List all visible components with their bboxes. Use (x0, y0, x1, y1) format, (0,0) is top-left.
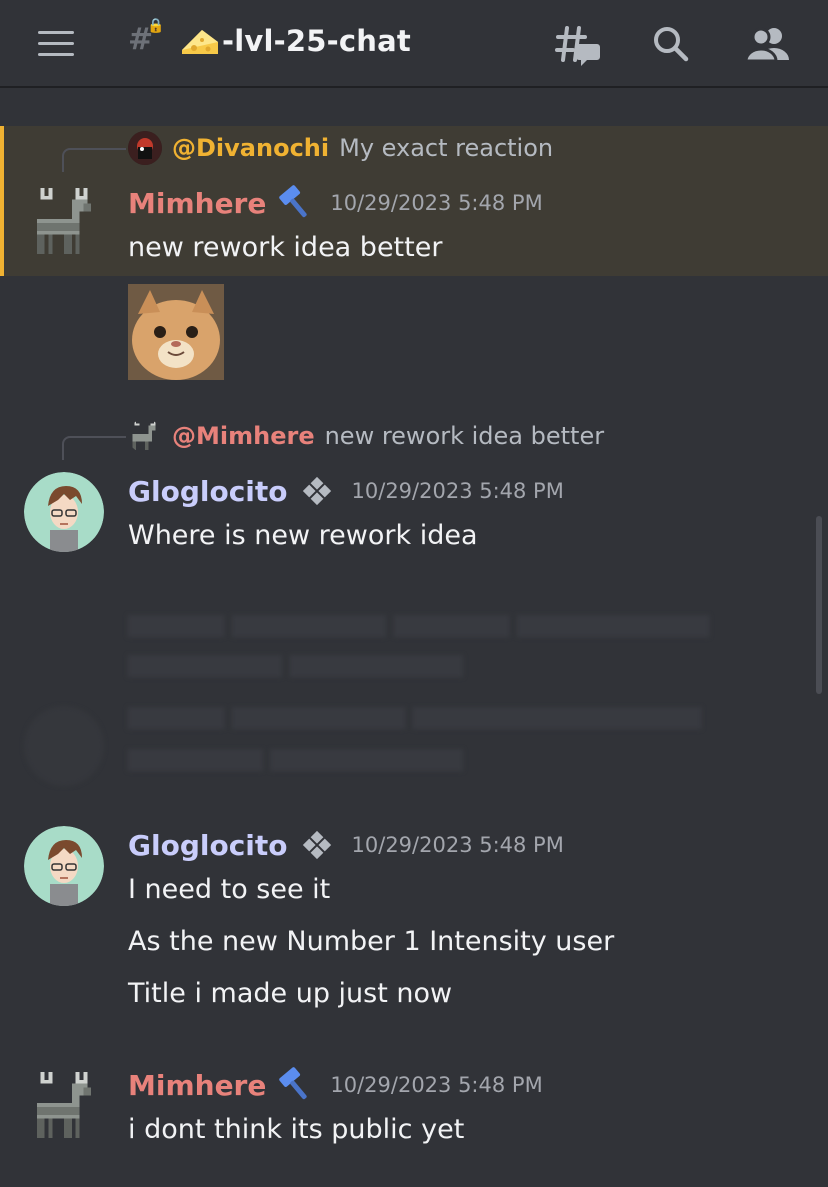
message-header: Gloglocito 10/29/2023 5:48 PM (128, 826, 564, 864)
mimhere-avatar[interactable] (32, 188, 96, 258)
timestamp: 10/29/2023 5:48 PM (330, 1073, 543, 1097)
author-name[interactable]: Gloglocito (128, 475, 288, 508)
timestamp: 10/29/2023 5:48 PM (330, 191, 543, 215)
reply-snippet: new rework idea better (324, 422, 605, 450)
channel-header: # 🔒 -lvl-25-chat (0, 0, 828, 88)
author-name[interactable]: Mimhere (128, 187, 266, 220)
message-header: Mimhere 10/29/2023 5:48 PM (128, 1066, 543, 1104)
message-text: Title i made up just now (128, 978, 453, 1009)
timestamp: 10/29/2023 5:48 PM (351, 833, 564, 857)
locked-channel-icon: # 🔒 (128, 18, 165, 57)
reply-mention[interactable]: @Mimhere (172, 422, 315, 450)
message-text: As the new Number 1 Intensity user (128, 926, 615, 957)
author-name[interactable]: Gloglocito (128, 829, 288, 862)
scrollbar[interactable] (816, 516, 822, 694)
message-text: Where is new rework idea (128, 520, 478, 551)
diamond-icon (298, 826, 336, 864)
message-text: i dont think its public yet (128, 1114, 465, 1145)
message-header: Gloglocito 10/29/2023 5:48 PM (128, 472, 564, 510)
gloglocito-avatar[interactable] (24, 472, 104, 552)
mimhere-avatar[interactable] (32, 1072, 96, 1142)
reply-connector (62, 436, 126, 460)
reply-mention[interactable]: @Divanochi (172, 134, 329, 162)
faded-text: ▆▆▆▆▆▆▆ ▆▆▆▆▆▆▆▆▆▆ (128, 742, 463, 771)
members-icon[interactable] (744, 24, 789, 68)
hammer-icon (276, 1066, 314, 1104)
hammer-icon (276, 184, 314, 222)
faded-text: ▆▆▆▆▆ ▆▆▆▆▆▆▆▆ ▆▆▆▆▆▆ ▆▆▆▆▆▆▆▆▆▆ (128, 608, 710, 637)
message-list[interactable]: @Divanochi My exact reaction Mimhere 10/… (0, 88, 828, 1187)
reply-snippet: My exact reaction (339, 134, 554, 162)
cheese-emoji-icon (180, 24, 220, 62)
threads-icon[interactable] (555, 24, 600, 68)
message-text: new rework idea better (128, 232, 443, 263)
cat-image[interactable] (128, 284, 224, 380)
hamburger-menu-icon[interactable] (38, 31, 74, 57)
divanochi-avatar (128, 131, 162, 165)
faded-text: ▆▆▆▆▆▆▆▆ ▆▆▆▆▆▆▆▆▆ (128, 648, 463, 677)
reply-connector (62, 148, 126, 172)
gloglocito-avatar[interactable] (24, 826, 104, 906)
timestamp: 10/29/2023 5:48 PM (351, 479, 564, 503)
faded-avatar (24, 706, 104, 786)
mimhere-mini-avatar (128, 419, 162, 453)
faded-text: ▆▆▆▆▆ ▆▆▆▆▆▆▆▆▆ ▆▆▆▆▆▆▆▆▆▆▆▆▆▆▆ (128, 700, 702, 729)
reply-preview[interactable]: @Divanochi My exact reaction (128, 131, 553, 165)
message-text: I need to see it (128, 874, 331, 905)
channel-name: -lvl-25-chat (222, 24, 411, 58)
diamond-icon (298, 472, 336, 510)
message-header: Mimhere 10/29/2023 5:48 PM (128, 184, 543, 222)
reply-preview[interactable]: @Mimhere new rework idea better (128, 419, 604, 453)
search-icon[interactable] (651, 24, 695, 68)
author-name[interactable]: Mimhere (128, 1069, 266, 1102)
